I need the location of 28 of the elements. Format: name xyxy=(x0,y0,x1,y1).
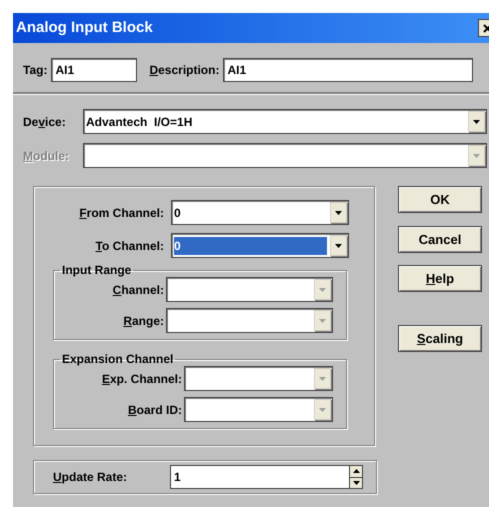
field-label: To Channel: xyxy=(96,238,164,254)
field-label: From Channel: xyxy=(79,204,164,222)
dialog-button[interactable]: Help xyxy=(398,265,482,292)
field-label: Tag: xyxy=(23,62,48,79)
field-label: Update Rate: xyxy=(53,469,128,486)
window-title: Analog Input Block xyxy=(16,18,153,38)
field-label: Device: xyxy=(23,114,67,130)
text-field[interactable]: AI1 xyxy=(51,58,138,82)
field-label: Description: xyxy=(149,62,220,79)
field-label: Module: xyxy=(23,148,70,164)
spin-value: 1 xyxy=(173,469,182,486)
dropdown-value: 0 xyxy=(174,236,327,254)
text-field[interactable]: AI1 xyxy=(223,58,474,82)
dropdown-field[interactable]: 0 xyxy=(171,200,349,225)
group-title: Expansion Channel xyxy=(61,353,174,366)
field-label: Range: xyxy=(123,312,164,330)
dialog-button[interactable]: OK xyxy=(398,186,482,213)
spin-field[interactable]: 1 xyxy=(170,465,363,489)
dropdown-value: Advantech I/O=1H xyxy=(86,114,194,130)
dialog-button[interactable]: Scaling xyxy=(398,325,482,352)
dropdown-field[interactable]: 0 xyxy=(171,233,349,258)
dropdown-value: 0 xyxy=(174,204,182,222)
dialog-button[interactable]: Cancel xyxy=(398,226,482,253)
field-label: Channel: xyxy=(112,282,164,298)
group-title: Input Range xyxy=(61,264,132,277)
dropdown-field[interactable]: Advantech I/O=1H xyxy=(83,109,487,134)
field-label: Board ID: xyxy=(128,402,182,418)
field-label: Exp. Channel: xyxy=(102,370,182,388)
